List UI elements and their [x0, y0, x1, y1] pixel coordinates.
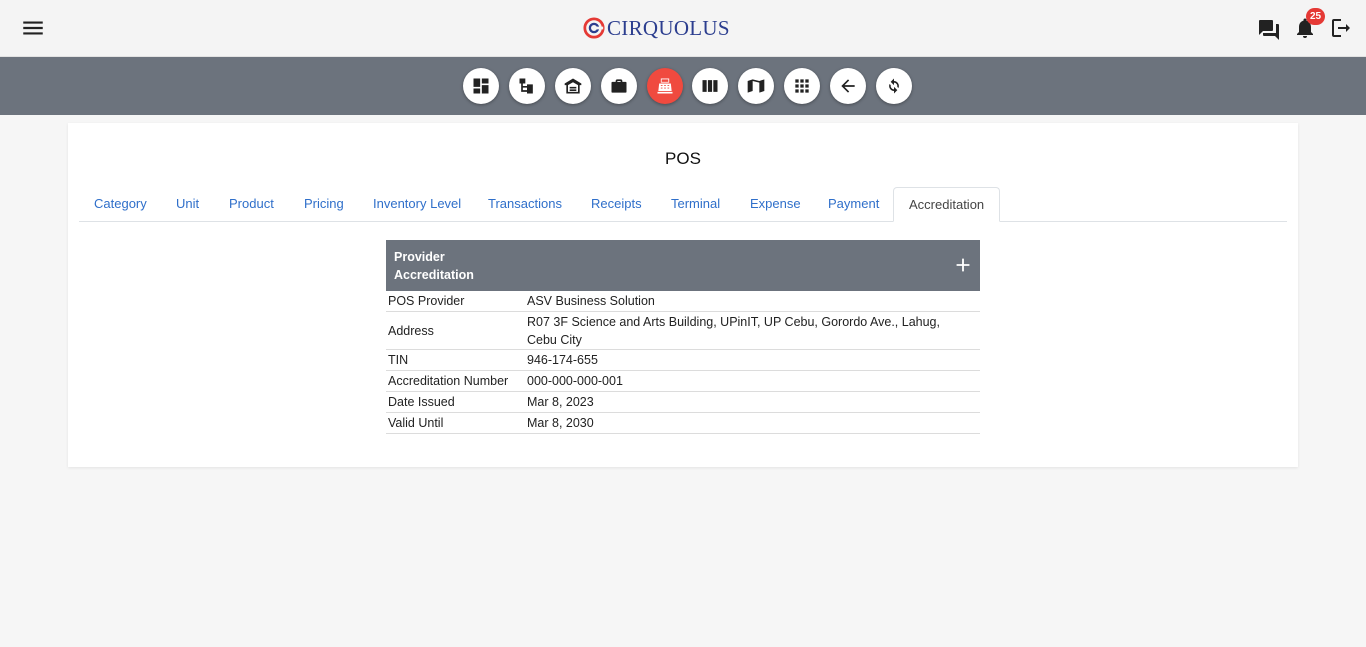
refresh-icon: [889, 78, 899, 94]
apps-grid-icon: [795, 79, 809, 93]
hamburger-icon[interactable]: [20, 15, 46, 41]
row-label: POS Provider: [388, 294, 465, 308]
chat-icon[interactable]: [1257, 16, 1281, 40]
table-row: Accreditation Number 000-000-000-001: [386, 371, 980, 392]
back-arrow-icon: [841, 79, 855, 93]
org-tree-button[interactable]: [509, 68, 545, 104]
row-label: Address: [388, 323, 434, 338]
row-value: 000-000-000-001: [527, 374, 623, 388]
table-row: TIN 946-174-655: [386, 350, 980, 371]
plus-icon[interactable]: [952, 254, 974, 276]
module-toolbar: [0, 57, 1366, 115]
warehouse-icon: [564, 78, 582, 94]
tab-terminal[interactable]: Terminal: [656, 187, 735, 222]
tab-receipts[interactable]: Receipts: [576, 187, 657, 222]
tab-product[interactable]: Product: [214, 187, 289, 222]
briefcase-icon: [611, 79, 627, 93]
brand-name: CIRQUOLUS: [607, 15, 730, 40]
tab-payment[interactable]: Payment: [813, 187, 894, 222]
row-value: 946-174-655: [527, 353, 598, 367]
tab-expense[interactable]: Expense: [735, 187, 816, 222]
row-value: Mar 8, 2030: [527, 416, 594, 430]
table-header: Provider Accreditation: [386, 240, 980, 291]
notification-badge: 25: [1306, 8, 1325, 25]
pos-tabs: Category Unit Product Pricing Inventory …: [79, 187, 1287, 222]
tab-accreditation[interactable]: Accreditation: [893, 187, 1001, 222]
table-row: Date Issued Mar 8, 2023: [386, 392, 980, 413]
content-card: POS Category Unit Product Pricing Invent…: [68, 123, 1298, 467]
cash-register-icon: [657, 78, 673, 94]
table-row: Valid Until Mar 8, 2030: [386, 413, 980, 434]
apps-button[interactable]: [784, 68, 820, 104]
warehouse-button[interactable]: [555, 68, 591, 104]
logo-mark-icon: [583, 17, 605, 39]
columns-button[interactable]: [692, 68, 728, 104]
dashboard-button[interactable]: [463, 68, 499, 104]
tab-inventory-level[interactable]: Inventory Level: [358, 187, 476, 222]
tab-transactions[interactable]: Transactions: [473, 187, 577, 222]
table-row: Address R07 3F Science and Arts Building…: [386, 312, 980, 350]
briefcase-button[interactable]: [601, 68, 637, 104]
top-app-bar: CIRQUOLUS 25: [0, 0, 1366, 57]
refresh-button[interactable]: [876, 68, 912, 104]
map-book-button[interactable]: [738, 68, 774, 104]
logout-icon[interactable]: [1329, 16, 1353, 40]
table-row: POS Provider ASV Business Solution: [386, 291, 980, 312]
brand-logo[interactable]: CIRQUOLUS: [583, 15, 730, 41]
back-button[interactable]: [830, 68, 866, 104]
columns-icon: [702, 80, 718, 92]
pos-button[interactable]: [647, 68, 683, 104]
page-title: POS: [665, 149, 701, 168]
row-label: TIN: [388, 353, 409, 367]
org-tree-icon: [519, 78, 533, 94]
row-value: ASV Business Solution: [527, 294, 655, 308]
tab-category[interactable]: Category: [79, 187, 162, 222]
row-label: Date Issued: [388, 395, 455, 409]
row-label: Accreditation Number: [388, 374, 509, 388]
table-title: Provider Accreditation: [394, 250, 474, 282]
row-label: Valid Until: [388, 416, 444, 430]
tab-pricing[interactable]: Pricing: [289, 187, 359, 222]
row-value: R07 3F Science and Arts Building, UPinIT…: [527, 314, 940, 347]
row-value: Mar 8, 2023: [527, 395, 594, 409]
map-book-icon: [747, 79, 765, 93]
dashboard-icon: [473, 78, 489, 94]
provider-accreditation-table: Provider Accreditation POS Provider ASV …: [386, 240, 980, 434]
tab-unit[interactable]: Unit: [161, 187, 214, 222]
